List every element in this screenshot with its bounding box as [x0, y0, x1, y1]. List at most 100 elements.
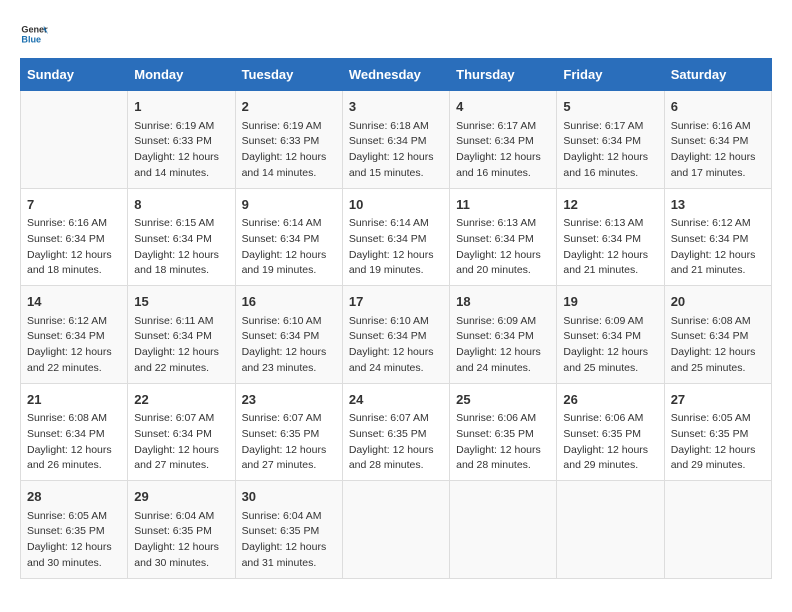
day-number: 1 [134, 97, 228, 117]
week-row-3: 14Sunrise: 6:12 AM Sunset: 6:34 PM Dayli… [21, 286, 772, 384]
calendar-cell: 1Sunrise: 6:19 AM Sunset: 6:33 PM Daylig… [128, 91, 235, 189]
day-number: 9 [242, 195, 336, 215]
calendar-cell: 17Sunrise: 6:10 AM Sunset: 6:34 PM Dayli… [342, 286, 449, 384]
day-number: 30 [242, 487, 336, 507]
header: General Blue [20, 20, 772, 48]
day-number: 13 [671, 195, 765, 215]
day-number: 23 [242, 390, 336, 410]
day-info: Sunrise: 6:10 AM Sunset: 6:34 PM Dayligh… [349, 314, 443, 377]
calendar-cell: 23Sunrise: 6:07 AM Sunset: 6:35 PM Dayli… [235, 383, 342, 481]
calendar-cell: 16Sunrise: 6:10 AM Sunset: 6:34 PM Dayli… [235, 286, 342, 384]
day-info: Sunrise: 6:06 AM Sunset: 6:35 PM Dayligh… [456, 411, 550, 474]
week-row-2: 7Sunrise: 6:16 AM Sunset: 6:34 PM Daylig… [21, 188, 772, 286]
day-info: Sunrise: 6:07 AM Sunset: 6:35 PM Dayligh… [349, 411, 443, 474]
day-info: Sunrise: 6:14 AM Sunset: 6:34 PM Dayligh… [349, 216, 443, 279]
day-number: 11 [456, 195, 550, 215]
day-info: Sunrise: 6:17 AM Sunset: 6:34 PM Dayligh… [563, 119, 657, 182]
day-info: Sunrise: 6:17 AM Sunset: 6:34 PM Dayligh… [456, 119, 550, 182]
calendar-header: SundayMondayTuesdayWednesdayThursdayFrid… [21, 59, 772, 91]
day-number: 6 [671, 97, 765, 117]
day-info: Sunrise: 6:05 AM Sunset: 6:35 PM Dayligh… [27, 509, 121, 572]
day-info: Sunrise: 6:04 AM Sunset: 6:35 PM Dayligh… [134, 509, 228, 572]
day-info: Sunrise: 6:09 AM Sunset: 6:34 PM Dayligh… [563, 314, 657, 377]
day-info: Sunrise: 6:13 AM Sunset: 6:34 PM Dayligh… [563, 216, 657, 279]
calendar-cell: 12Sunrise: 6:13 AM Sunset: 6:34 PM Dayli… [557, 188, 664, 286]
day-number: 19 [563, 292, 657, 312]
logo-icon: General Blue [20, 20, 48, 48]
calendar-cell: 14Sunrise: 6:12 AM Sunset: 6:34 PM Dayli… [21, 286, 128, 384]
calendar-cell: 18Sunrise: 6:09 AM Sunset: 6:34 PM Dayli… [450, 286, 557, 384]
day-number: 5 [563, 97, 657, 117]
day-info: Sunrise: 6:12 AM Sunset: 6:34 PM Dayligh… [27, 314, 121, 377]
header-day-sunday: Sunday [21, 59, 128, 91]
day-number: 7 [27, 195, 121, 215]
day-number: 25 [456, 390, 550, 410]
calendar-cell: 15Sunrise: 6:11 AM Sunset: 6:34 PM Dayli… [128, 286, 235, 384]
day-number: 16 [242, 292, 336, 312]
day-number: 28 [27, 487, 121, 507]
calendar-cell: 19Sunrise: 6:09 AM Sunset: 6:34 PM Dayli… [557, 286, 664, 384]
calendar-cell: 24Sunrise: 6:07 AM Sunset: 6:35 PM Dayli… [342, 383, 449, 481]
day-number: 24 [349, 390, 443, 410]
svg-text:Blue: Blue [21, 34, 41, 44]
header-day-tuesday: Tuesday [235, 59, 342, 91]
week-row-5: 28Sunrise: 6:05 AM Sunset: 6:35 PM Dayli… [21, 481, 772, 579]
day-info: Sunrise: 6:11 AM Sunset: 6:34 PM Dayligh… [134, 314, 228, 377]
day-info: Sunrise: 6:09 AM Sunset: 6:34 PM Dayligh… [456, 314, 550, 377]
calendar-cell: 4Sunrise: 6:17 AM Sunset: 6:34 PM Daylig… [450, 91, 557, 189]
day-info: Sunrise: 6:16 AM Sunset: 6:34 PM Dayligh… [671, 119, 765, 182]
day-number: 22 [134, 390, 228, 410]
day-number: 2 [242, 97, 336, 117]
day-info: Sunrise: 6:16 AM Sunset: 6:34 PM Dayligh… [27, 216, 121, 279]
calendar-table: SundayMondayTuesdayWednesdayThursdayFrid… [20, 58, 772, 579]
header-day-monday: Monday [128, 59, 235, 91]
day-number: 27 [671, 390, 765, 410]
day-number: 14 [27, 292, 121, 312]
calendar-cell: 13Sunrise: 6:12 AM Sunset: 6:34 PM Dayli… [664, 188, 771, 286]
day-info: Sunrise: 6:15 AM Sunset: 6:34 PM Dayligh… [134, 216, 228, 279]
calendar-cell: 11Sunrise: 6:13 AM Sunset: 6:34 PM Dayli… [450, 188, 557, 286]
day-number: 10 [349, 195, 443, 215]
day-number: 3 [349, 97, 443, 117]
day-info: Sunrise: 6:18 AM Sunset: 6:34 PM Dayligh… [349, 119, 443, 182]
calendar-cell: 7Sunrise: 6:16 AM Sunset: 6:34 PM Daylig… [21, 188, 128, 286]
logo: General Blue [20, 20, 48, 48]
day-info: Sunrise: 6:19 AM Sunset: 6:33 PM Dayligh… [242, 119, 336, 182]
day-info: Sunrise: 6:06 AM Sunset: 6:35 PM Dayligh… [563, 411, 657, 474]
day-info: Sunrise: 6:07 AM Sunset: 6:35 PM Dayligh… [242, 411, 336, 474]
calendar-cell [342, 481, 449, 579]
day-info: Sunrise: 6:08 AM Sunset: 6:34 PM Dayligh… [671, 314, 765, 377]
day-info: Sunrise: 6:10 AM Sunset: 6:34 PM Dayligh… [242, 314, 336, 377]
day-number: 20 [671, 292, 765, 312]
calendar-cell: 21Sunrise: 6:08 AM Sunset: 6:34 PM Dayli… [21, 383, 128, 481]
day-number: 4 [456, 97, 550, 117]
day-info: Sunrise: 6:08 AM Sunset: 6:34 PM Dayligh… [27, 411, 121, 474]
week-row-1: 1 Sunrise: 6:19 AM Sunset: 6:33 PM Daylig… [21, 91, 772, 189]
header-day-wednesday: Wednesday [342, 59, 449, 91]
day-number: 26 [563, 390, 657, 410]
calendar-cell [450, 481, 557, 579]
header-day-saturday: Saturday [664, 59, 771, 91]
day-info: Sunrise: 6:07 AM Sunset: 6:34 PM Dayligh… [134, 411, 228, 474]
calendar-cell: 26Sunrise: 6:06 AM Sunset: 6:35 PM Dayli… [557, 383, 664, 481]
calendar-cell [664, 481, 771, 579]
calendar-cell: 28Sunrise: 6:05 AM Sunset: 6:35 PM Dayli… [21, 481, 128, 579]
header-day-friday: Friday [557, 59, 664, 91]
calendar-cell: 29Sunrise: 6:04 AM Sunset: 6:35 PM Dayli… [128, 481, 235, 579]
calendar-body: 1 Sunrise: 6:19 AM Sunset: 6:33 PM Daylig… [21, 91, 772, 579]
calendar-cell: 25Sunrise: 6:06 AM Sunset: 6:35 PM Dayli… [450, 383, 557, 481]
day-info: Sunrise: 6:14 AM Sunset: 6:34 PM Dayligh… [242, 216, 336, 279]
day-number: 8 [134, 195, 228, 215]
day-number: 29 [134, 487, 228, 507]
calendar-cell [557, 481, 664, 579]
calendar-cell: 2Sunrise: 6:19 AM Sunset: 6:33 PM Daylig… [235, 91, 342, 189]
calendar-cell: 20Sunrise: 6:08 AM Sunset: 6:34 PM Dayli… [664, 286, 771, 384]
day-number: 17 [349, 292, 443, 312]
day-info: Sunrise: 6:12 AM Sunset: 6:34 PM Dayligh… [671, 216, 765, 279]
day-info: Sunrise: 6:05 AM Sunset: 6:35 PM Dayligh… [671, 411, 765, 474]
calendar-cell: 30Sunrise: 6:04 AM Sunset: 6:35 PM Dayli… [235, 481, 342, 579]
day-number: 21 [27, 390, 121, 410]
calendar-cell: 22Sunrise: 6:07 AM Sunset: 6:34 PM Dayli… [128, 383, 235, 481]
calendar-header-row: SundayMondayTuesdayWednesdayThursdayFrid… [21, 59, 772, 91]
calendar-cell: 5Sunrise: 6:17 AM Sunset: 6:34 PM Daylig… [557, 91, 664, 189]
